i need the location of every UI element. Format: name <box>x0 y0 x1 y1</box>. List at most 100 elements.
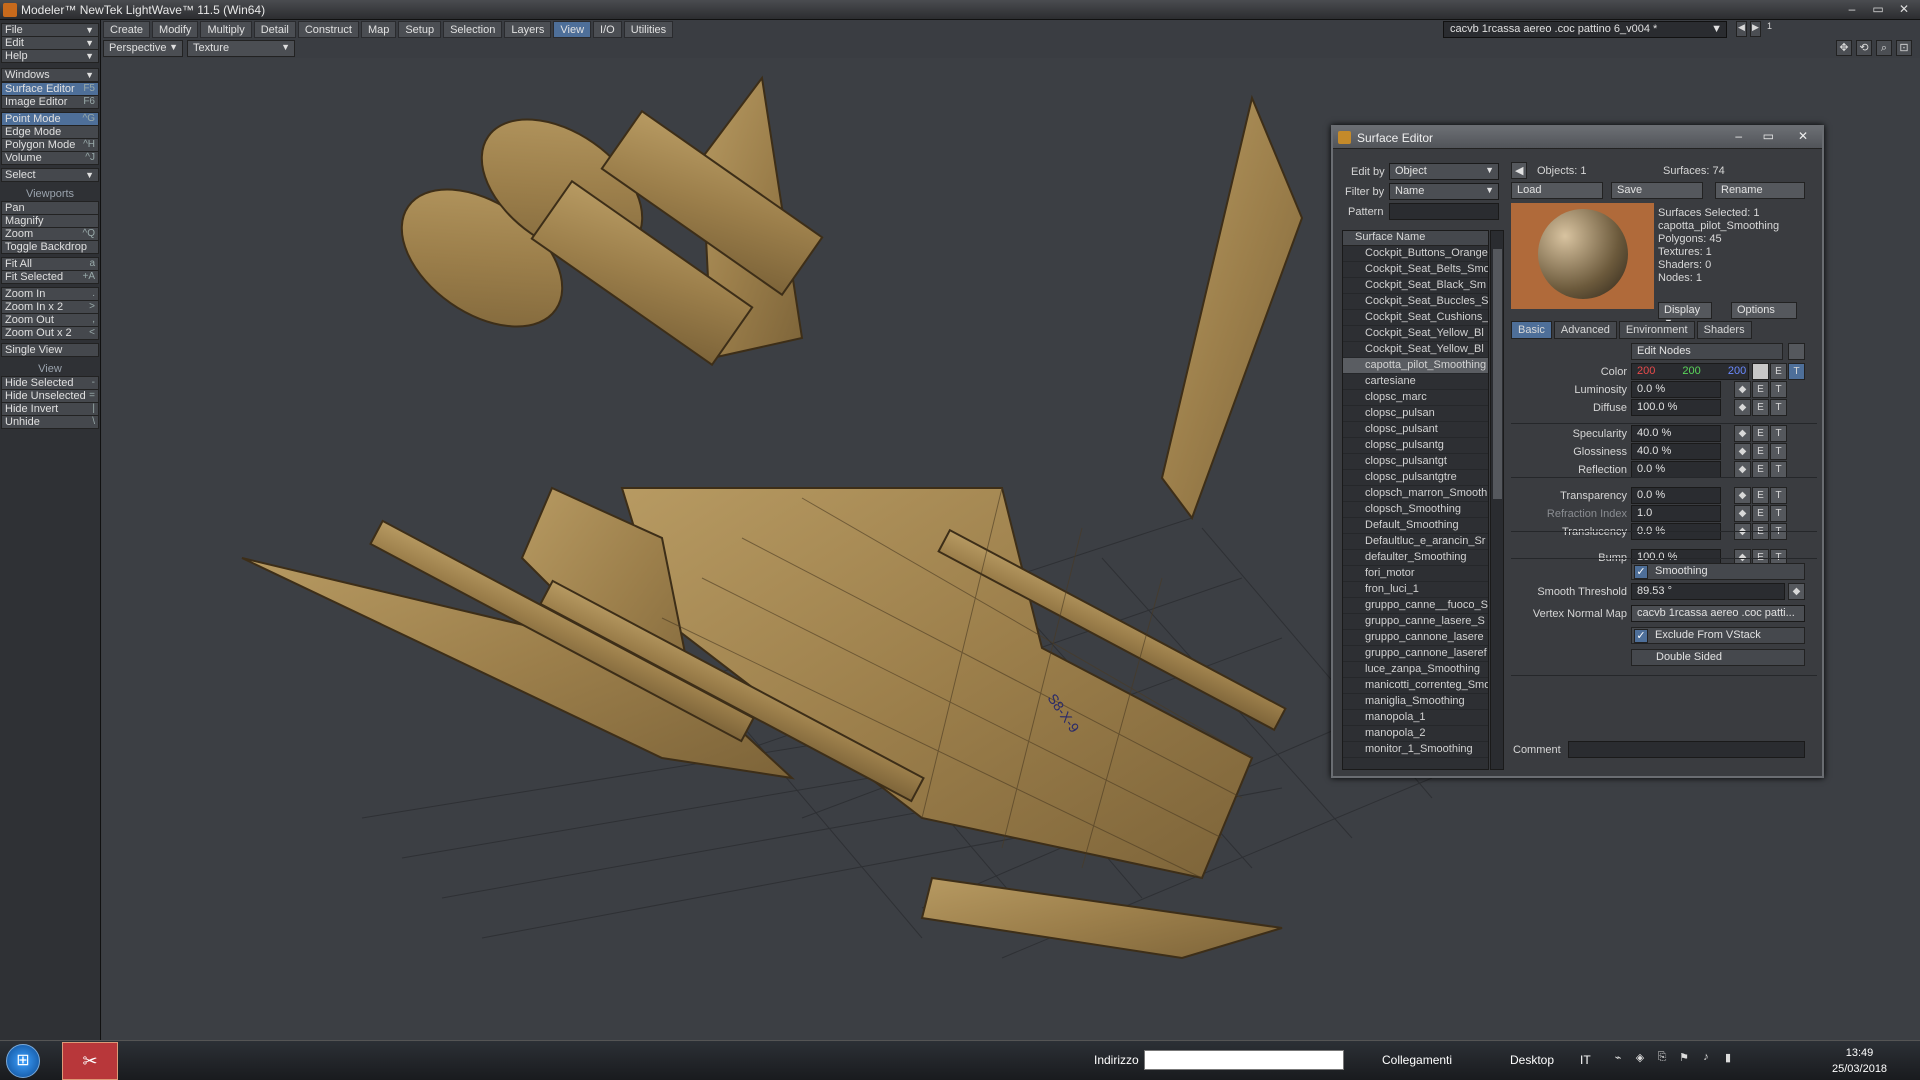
left-help-button[interactable]: Help ▼ <box>1 49 99 63</box>
rename-button[interactable]: Rename <box>1715 182 1805 199</box>
specularity-field[interactable]: 40.0 % <box>1631 425 1721 442</box>
comment-input[interactable] <box>1568 741 1805 758</box>
reflection-field[interactable]: 0.0 % <box>1631 461 1721 478</box>
layer-next-button[interactable]: ▶ <box>1750 21 1761 37</box>
reflection-t-button[interactable]: T <box>1770 461 1787 478</box>
left-zoom-out-x-2-button[interactable]: Zoom Out x 2 < <box>1 326 99 340</box>
close-button[interactable]: ✕ <box>1894 2 1914 17</box>
menu-modify[interactable]: Modify <box>152 21 199 38</box>
surface-list-item[interactable]: Cockpit_Buttons_Orange <box>1343 246 1488 262</box>
flag-icon[interactable]: ⚑ <box>1676 1051 1692 1067</box>
tab-advanced[interactable]: Advanced <box>1553 321 1617 339</box>
tab-basic[interactable]: Basic <box>1511 321 1552 339</box>
start-button[interactable]: ⊞ <box>6 1044 40 1078</box>
se-minimize-button[interactable]: – <box>1735 129 1742 143</box>
glossiness-e-button[interactable]: E <box>1752 443 1769 460</box>
diffuse-envelope-button[interactable]: ◆ <box>1734 399 1751 416</box>
specularity-t-button[interactable]: T <box>1770 425 1787 442</box>
color-envelope-button[interactable]: E <box>1770 363 1787 380</box>
left-surface-editor-button[interactable]: Surface Editor F5 <box>1 82 99 96</box>
transparency-envelope-button[interactable]: ◆ <box>1734 487 1751 504</box>
options-button[interactable]: Options <box>1731 302 1797 319</box>
node-enable-toggle[interactable] <box>1788 343 1805 360</box>
menu-view[interactable]: View <box>553 21 592 38</box>
address-input[interactable] <box>1144 1050 1344 1070</box>
luminosity-e-button[interactable]: E <box>1752 381 1769 398</box>
surface-list-item[interactable]: clopsc_pulsan <box>1343 406 1488 422</box>
object-selector[interactable]: cacvb 1rcassa aereo .coc pattino 6_v004 … <box>1443 21 1727 38</box>
edit-nodes-button[interactable]: Edit Nodes <box>1631 343 1783 360</box>
color-swatch[interactable] <box>1752 363 1769 380</box>
left-volume-button[interactable]: Volume ^J <box>1 151 99 165</box>
double-sided-toggle[interactable]: Double Sided <box>1631 649 1805 666</box>
zoom-view-icon[interactable]: ⌕ <box>1876 40 1892 56</box>
tab-environment[interactable]: Environment <box>1618 321 1695 339</box>
menu-detail[interactable]: Detail <box>253 21 296 38</box>
transparency-e-button[interactable]: E <box>1752 487 1769 504</box>
move-view-icon[interactable]: ✥ <box>1836 40 1852 56</box>
se-close-button[interactable]: ✕ <box>1798 129 1808 143</box>
luminosity-envelope-button[interactable]: ◆ <box>1734 381 1751 398</box>
links-toolbar[interactable]: Collegamenti <box>1382 1053 1452 1067</box>
material-preview[interactable] <box>1511 203 1654 309</box>
surface-list-item[interactable]: luce_zanpa_Smoothing <box>1343 662 1488 678</box>
surface-list-item[interactable]: Cockpit_Seat_Cushions_ <box>1343 310 1488 326</box>
left-image-editor-button[interactable]: Image Editor F6 <box>1 95 99 109</box>
surface-list-item[interactable]: manicotti_correnteg_Smo <box>1343 678 1488 694</box>
color-texture-button[interactable]: T <box>1788 363 1805 380</box>
maximize-button[interactable]: ▭ <box>1868 2 1888 17</box>
menu-layers[interactable]: Layers <box>504 21 552 38</box>
surface-list-item[interactable]: Cockpit_Seat_Belts_Smo <box>1343 262 1488 278</box>
surface-list-item[interactable]: Cockpit_Seat_Black_Sm <box>1343 278 1488 294</box>
network-icon[interactable]: ⌁ <box>1610 1051 1626 1067</box>
surface-list-item[interactable]: clopsc_pulsantgt <box>1343 454 1488 470</box>
reflection-e-button[interactable]: E <box>1752 461 1769 478</box>
edit-by-dropdown[interactable]: Object ▼ <box>1389 163 1499 180</box>
left-edit-button[interactable]: Edit ▼ <box>1 36 99 50</box>
left-hide-selected-button[interactable]: Hide Selected - <box>1 376 99 390</box>
surface-list-item[interactable]: Cockpit_Seat_Buccles_S <box>1343 294 1488 310</box>
usb-icon[interactable]: ⎘ <box>1654 1051 1670 1067</box>
menu-utilities[interactable]: Utilities <box>623 21 674 38</box>
surface-list-item[interactable]: defaulter_Smoothing <box>1343 550 1488 566</box>
left-zoom-button[interactable]: Zoom ^Q <box>1 227 99 241</box>
filter-by-dropdown[interactable]: Name ▼ <box>1389 183 1499 200</box>
surface-list-item[interactable]: manopola_1 <box>1343 710 1488 726</box>
surface-list-item[interactable]: gruppo_canne_lasere_S <box>1343 614 1488 630</box>
left-magnify-button[interactable]: Magnify <box>1 214 99 228</box>
rotate-view-icon[interactable]: ⟲ <box>1856 40 1872 56</box>
surface-list-item[interactable]: clopsc_marc <box>1343 390 1488 406</box>
single-view-button[interactable]: Single View <box>1 343 99 357</box>
diffuse-field[interactable]: 100.0 % <box>1631 399 1721 416</box>
menu-multiply[interactable]: Multiply <box>200 21 252 38</box>
surface-list-item[interactable]: Default_Smoothing <box>1343 518 1488 534</box>
surface-list-item[interactable]: Defaultluc_e_arancin_Sr <box>1343 534 1488 550</box>
smooth-threshold-envelope-button[interactable]: ◆ <box>1788 583 1805 600</box>
shading-dropdown[interactable]: Texture ▼ <box>187 40 295 57</box>
surface-list-item[interactable]: Cockpit_Seat_Yellow_Bl <box>1343 326 1488 342</box>
left-hide-unselected-button[interactable]: Hide Unselected = <box>1 389 99 403</box>
exclude-vstack-toggle[interactable]: ✓ Exclude From VStack <box>1631 627 1805 644</box>
left-pan-button[interactable]: Pan <box>1 201 99 215</box>
left-zoom-in-x-2-button[interactable]: Zoom In x 2 > <box>1 300 99 314</box>
security-icon[interactable]: ◈ <box>1632 1051 1648 1067</box>
diffuse-e-button[interactable]: E <box>1752 399 1769 416</box>
left-point-mode-button[interactable]: Point Mode ^G <box>1 112 99 126</box>
collapse-list-button[interactable]: ◀ <box>1511 162 1527 179</box>
refraction-index-t-button[interactable]: T <box>1770 505 1787 522</box>
surface-list-item[interactable]: capotta_pilot_Smoothing <box>1343 358 1488 374</box>
surface-list-item[interactable]: Cockpit_Seat_Yellow_Bl <box>1343 342 1488 358</box>
color-rgb-field[interactable]: 200 200 200 <box>1631 363 1749 380</box>
menu-construct[interactable]: Construct <box>297 21 359 38</box>
display-dropdown[interactable]: Display ▼ <box>1658 302 1712 327</box>
menu-create[interactable]: Create <box>103 21 151 38</box>
menu-selection[interactable]: Selection <box>443 21 503 38</box>
left-file-button[interactable]: File ▼ <box>1 23 99 37</box>
signal-icon[interactable]: ▮ <box>1720 1051 1736 1067</box>
view-type-dropdown[interactable]: Perspective ▼ <box>103 40 183 57</box>
left-fit-selected-button[interactable]: Fit Selected +A <box>1 270 99 284</box>
pattern-input[interactable] <box>1389 203 1499 220</box>
menu-setup[interactable]: Setup <box>398 21 442 38</box>
surface-list[interactable]: Surface Name Cockpit_Buttons_Orange Cockp… <box>1342 230 1489 770</box>
smooth-threshold-field[interactable]: 89.53 ° <box>1631 583 1785 600</box>
